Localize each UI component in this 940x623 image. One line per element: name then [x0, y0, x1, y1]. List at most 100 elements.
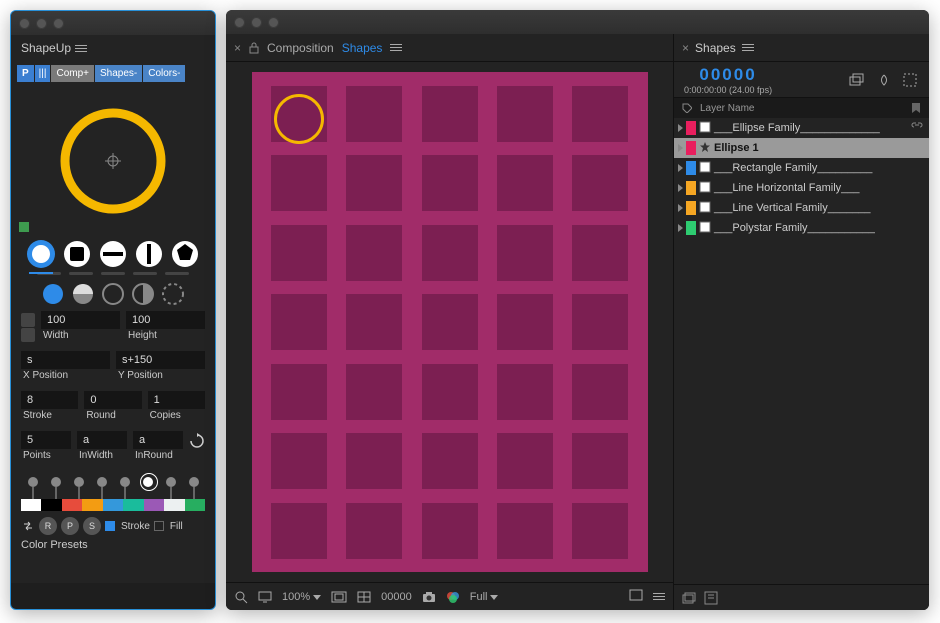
composition-canvas[interactable] [226, 62, 673, 582]
height-input[interactable]: 100 [126, 311, 205, 329]
swatch-0[interactable] [21, 499, 41, 511]
layer-row[interactable]: Ellipse 1 [674, 138, 929, 158]
pin-3[interactable] [74, 477, 84, 487]
layer-color-swatch[interactable] [686, 221, 696, 235]
round-input[interactable]: 0 [84, 391, 141, 409]
preset-p-button[interactable]: P [61, 517, 79, 535]
swap-icon[interactable] [21, 519, 35, 533]
swatch-5[interactable] [123, 499, 143, 511]
frame-blend-icon[interactable] [903, 73, 919, 87]
swatch-1[interactable] [41, 499, 61, 511]
titlebar-main[interactable] [226, 10, 929, 34]
swatch-2[interactable] [62, 499, 82, 511]
link-icon[interactable] [911, 122, 923, 135]
minimize-icon[interactable] [36, 18, 47, 29]
grid-icon[interactable] [357, 591, 371, 603]
swatch-6[interactable] [144, 499, 164, 511]
fill-checkbox[interactable] [154, 521, 164, 531]
pin-1[interactable] [28, 477, 38, 487]
stroke-checkbox[interactable] [105, 521, 115, 531]
width-input[interactable]: 100 [41, 311, 120, 329]
fill-ring-button[interactable] [102, 283, 124, 305]
pin-7[interactable] [166, 477, 176, 487]
expand-icon[interactable] [678, 144, 683, 152]
menu-icon[interactable] [742, 44, 754, 51]
close-icon[interactable] [234, 17, 245, 28]
aspect-icon[interactable] [331, 591, 347, 603]
xpos-input[interactable]: s [21, 351, 110, 369]
stack-icon[interactable] [849, 73, 865, 87]
tag-p[interactable]: P [17, 65, 34, 82]
menu-icon[interactable] [653, 593, 665, 600]
artboard[interactable] [252, 72, 648, 572]
layers-tab[interactable]: × Shapes [674, 34, 929, 62]
close-icon[interactable] [19, 18, 30, 29]
layer-row[interactable]: ___Ellipse Family_____________ [674, 118, 929, 138]
minimize-icon[interactable] [251, 17, 262, 28]
layer-color-swatch[interactable] [686, 201, 696, 215]
link-icon[interactable] [21, 313, 35, 327]
link-icon-2[interactable] [21, 328, 35, 342]
shape-ellipse-button[interactable] [27, 240, 55, 268]
pin-8[interactable] [189, 477, 199, 487]
tag-comp[interactable]: Comp+ [51, 65, 94, 82]
menu-icon[interactable] [75, 45, 87, 52]
tab-close-icon[interactable]: × [682, 41, 689, 55]
swatch-7[interactable] [164, 499, 184, 511]
titlebar[interactable] [11, 11, 215, 35]
zoom-icon[interactable] [53, 18, 64, 29]
pin-5[interactable] [120, 477, 130, 487]
fill-solid-button[interactable] [42, 283, 64, 305]
inwidth-input[interactable]: a [77, 431, 127, 449]
layer-row[interactable]: ___Polystar Family___________ [674, 218, 929, 238]
points-input[interactable]: 5 [21, 431, 71, 449]
shy-icon[interactable] [877, 73, 891, 87]
refresh-icon[interactable] [189, 433, 205, 449]
expand-icon[interactable] [678, 184, 683, 192]
stroke-input[interactable]: 8 [21, 391, 78, 409]
pin-4[interactable] [97, 477, 107, 487]
tag-colors[interactable]: Colors- [143, 65, 185, 82]
view-icon[interactable] [629, 589, 643, 601]
fill-halfv-button[interactable] [132, 283, 154, 305]
ellipse-shape[interactable] [274, 94, 324, 144]
layer-row[interactable]: ___Line Horizontal Family___ [674, 178, 929, 198]
fill-dotted-button[interactable] [162, 283, 184, 305]
zoom-icon[interactable] [268, 17, 279, 28]
tag-icon[interactable] [682, 103, 692, 113]
magnify-icon[interactable] [234, 590, 248, 604]
toggle-icon-1[interactable] [682, 591, 696, 605]
ypos-input[interactable]: s+150 [116, 351, 205, 369]
frame-value[interactable]: 00000 [381, 591, 412, 603]
shape-line-v-button[interactable] [135, 240, 163, 268]
color-icon[interactable] [446, 590, 460, 604]
pin-2[interactable] [51, 477, 61, 487]
monitor-icon[interactable] [258, 591, 272, 603]
timecode[interactable]: 00000 [699, 65, 756, 85]
expand-icon[interactable] [678, 124, 683, 132]
expand-icon[interactable] [678, 224, 683, 232]
copies-input[interactable]: 1 [148, 391, 205, 409]
pin-6[interactable] [143, 477, 153, 487]
camera-icon[interactable] [422, 591, 436, 603]
tag-bars[interactable]: ||| [35, 65, 51, 82]
preset-s-button[interactable]: S [83, 517, 101, 535]
fill-halfh-button[interactable] [72, 283, 94, 305]
layer-color-swatch[interactable] [686, 181, 696, 195]
expand-icon[interactable] [678, 204, 683, 212]
layer-color-swatch[interactable] [686, 141, 696, 155]
toggle-icon-2[interactable] [704, 591, 718, 605]
bookmark-icon[interactable] [911, 102, 921, 114]
shape-rect-button[interactable] [63, 240, 91, 268]
expand-icon[interactable] [678, 164, 683, 172]
menu-icon[interactable] [390, 44, 402, 51]
swatch-4[interactable] [103, 499, 123, 511]
composition-tab[interactable]: × Composition Shapes [226, 34, 673, 62]
shape-polystar-button[interactable] [171, 240, 199, 268]
tag-shapes[interactable]: Shapes- [95, 65, 142, 82]
layer-row[interactable]: ___Rectangle Family_________ [674, 158, 929, 178]
swatch-8[interactable] [185, 499, 205, 511]
quality-value[interactable]: Full [470, 591, 499, 603]
tab-close-icon[interactable]: × [234, 41, 241, 55]
inround-input[interactable]: a [133, 431, 183, 449]
